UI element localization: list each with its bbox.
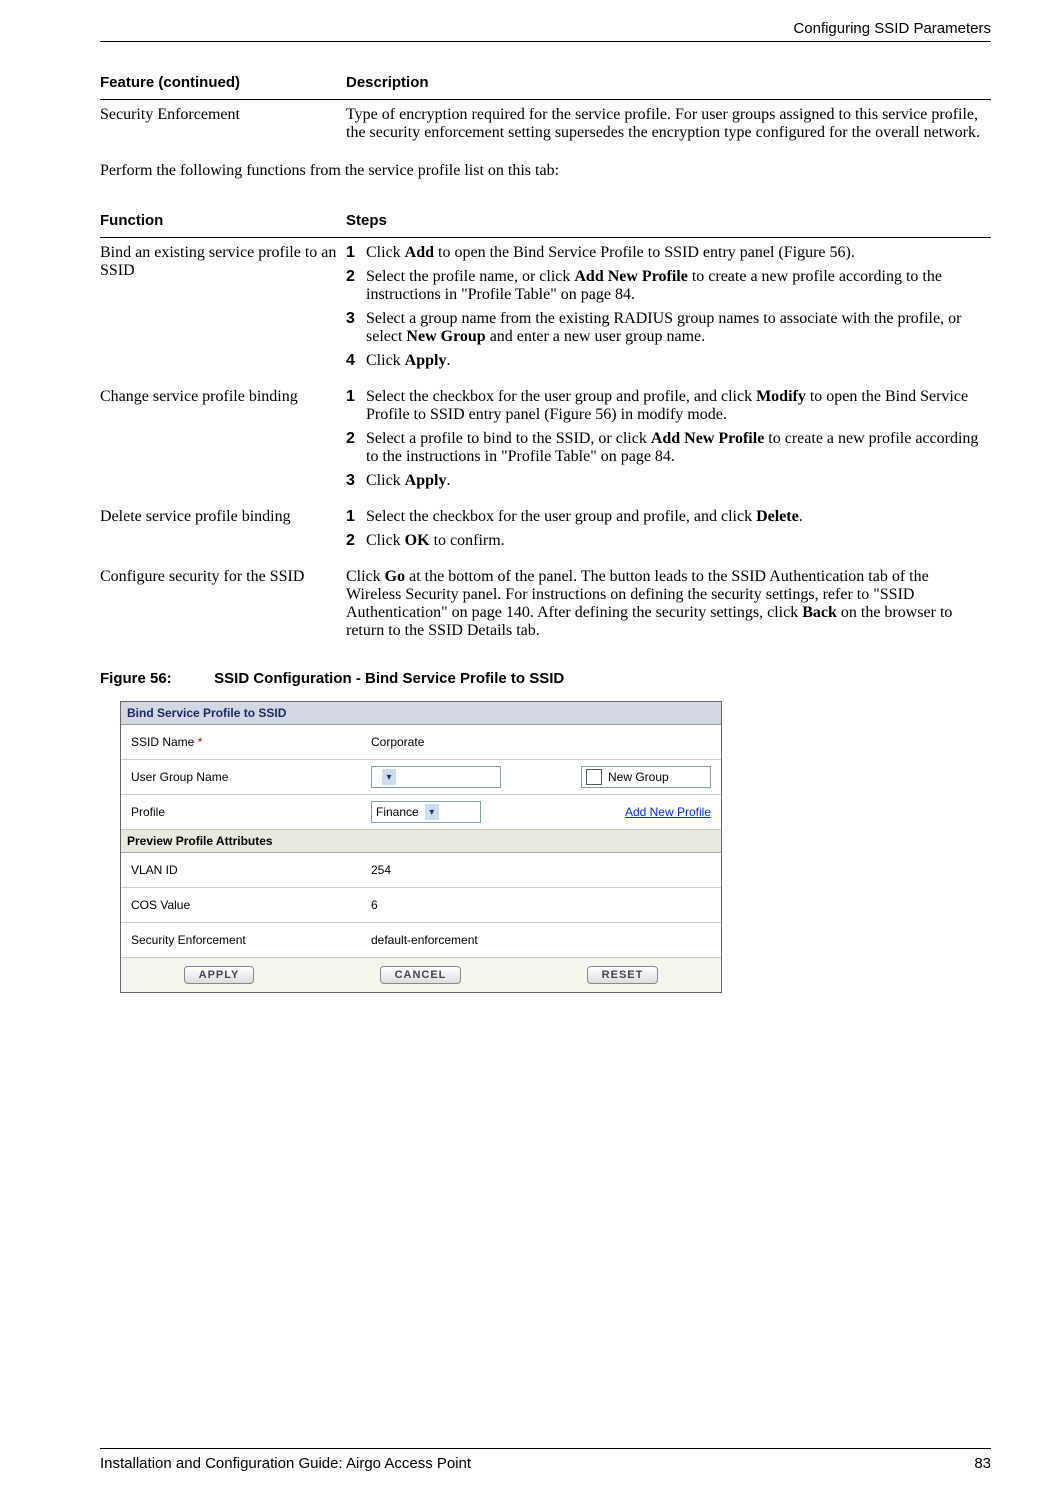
reset-button[interactable]: RESET (587, 966, 659, 984)
step-text: Select a profile to bind to the SSID, or… (366, 430, 985, 466)
table-row: Bind an existing service profile to an S… (100, 238, 991, 383)
step-text: Select the profile name, or click Add Ne… (366, 268, 985, 304)
table-row: Delete service profile binding 1Select t… (100, 502, 991, 562)
security-enforcement-value: default-enforcement (371, 933, 478, 947)
table-row: Security Enforcement Type of encryption … (100, 100, 991, 149)
feature-table: Feature (continued) Description Security… (100, 66, 991, 148)
chevron-down-icon: ▾ (425, 804, 439, 820)
panel-title: Bind Service Profile to SSID (121, 702, 721, 725)
steps-cell: 1Select the checkbox for the user group … (346, 502, 991, 562)
user-group-label: User Group Name (125, 770, 371, 784)
figure-label: Figure 56: (100, 670, 210, 687)
figure-panel: Bind Service Profile to SSID SSID Name *… (120, 701, 722, 993)
steps-cell: 1Select the checkbox for the user group … (346, 382, 991, 502)
figure-title: SSID Configuration - Bind Service Profil… (214, 670, 564, 687)
page-footer: Installation and Configuration Guide: Ai… (100, 1448, 991, 1472)
step-text: Click Apply. (366, 472, 985, 490)
step-text: Click OK to confirm. (366, 532, 985, 550)
function-cell: Change service profile binding (100, 382, 346, 502)
table-row: Change service profile binding 1Select t… (100, 382, 991, 502)
function-cell: Delete service profile binding (100, 502, 346, 562)
steps-cell: 1Click Add to open the Bind Service Prof… (346, 238, 991, 383)
vlan-id-value: 254 (371, 863, 391, 877)
function-cell: Bind an existing service profile to an S… (100, 238, 346, 383)
col-header-steps: Steps (346, 204, 991, 238)
step-text: Select a group name from the existing RA… (366, 310, 985, 346)
step-number: 4 (346, 352, 366, 370)
table-row: Configure security for the SSID Click Go… (100, 562, 991, 646)
page-header: Configuring SSID Parameters (100, 20, 991, 42)
step-number: 1 (346, 388, 366, 424)
preview-section-header: Preview Profile Attributes (121, 830, 721, 853)
step-text: Select the checkbox for the user group a… (366, 508, 985, 526)
profile-select[interactable]: Finance▾ (371, 801, 481, 823)
feature-cell: Security Enforcement (100, 100, 346, 149)
profile-label: Profile (125, 805, 371, 819)
new-group-label: New Group (608, 770, 669, 784)
step-number: 3 (346, 472, 366, 490)
step-text: Click Add to open the Bind Service Profi… (366, 244, 985, 262)
step-number: 2 (346, 268, 366, 304)
step-text: Select the checkbox for the user group a… (366, 388, 985, 424)
description-cell: Type of encryption required for the serv… (346, 100, 991, 149)
cos-value: 6 (371, 898, 378, 912)
ssid-name-label: SSID Name * (125, 735, 371, 749)
page-number: 83 (974, 1455, 991, 1472)
step-text: Click Apply. (366, 352, 985, 370)
footer-left: Installation and Configuration Guide: Ai… (100, 1455, 471, 1472)
add-new-profile-link[interactable]: Add New Profile (625, 805, 711, 819)
function-cell: Configure security for the SSID (100, 562, 346, 646)
step-number: 2 (346, 532, 366, 550)
figure-caption: Figure 56: SSID Configuration - Bind Ser… (100, 670, 991, 687)
user-group-select[interactable]: ▾ (371, 766, 501, 788)
new-group-checkbox[interactable] (586, 769, 602, 785)
step-number: 2 (346, 430, 366, 466)
chevron-down-icon: ▾ (382, 769, 396, 785)
step-number: 1 (346, 508, 366, 526)
security-enforcement-label: Security Enforcement (125, 933, 371, 947)
col-header-description: Description (346, 66, 991, 100)
function-table: Function Steps Bind an existing service … (100, 204, 991, 646)
step-number: 1 (346, 244, 366, 262)
steps-cell: Click Go at the bottom of the panel. The… (346, 562, 991, 646)
col-header-feature: Feature (continued) (100, 66, 346, 100)
col-header-function: Function (100, 204, 346, 238)
step-number: 3 (346, 310, 366, 346)
intro-text: Perform the following functions from the… (100, 162, 991, 180)
apply-button[interactable]: APPLY (184, 966, 255, 984)
ssid-name-value: Corporate (371, 735, 424, 749)
vlan-id-label: VLAN ID (125, 863, 371, 877)
cos-value-label: COS Value (125, 898, 371, 912)
cancel-button[interactable]: CANCEL (380, 966, 462, 984)
